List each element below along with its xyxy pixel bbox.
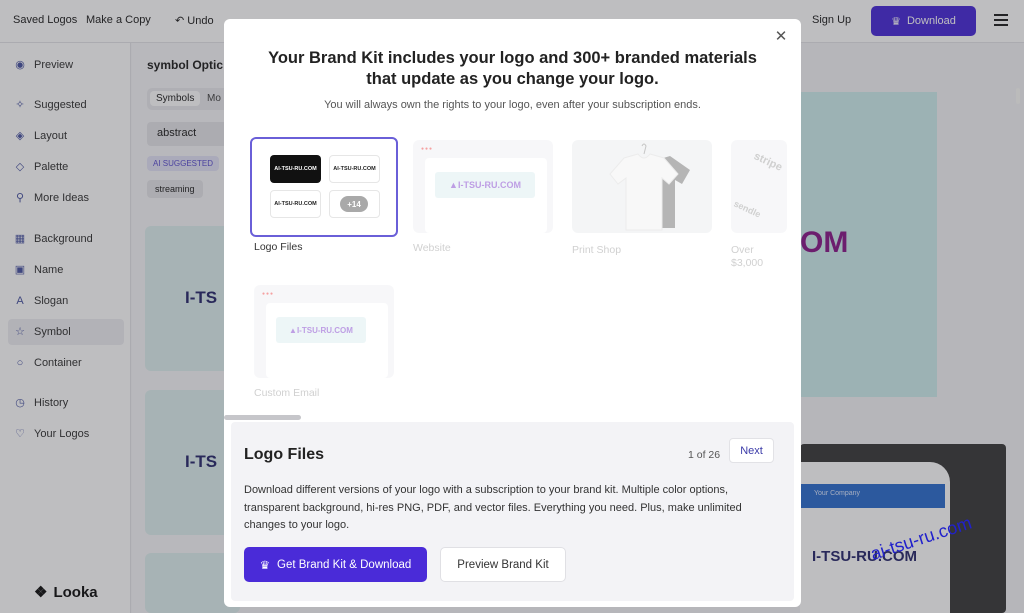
detail-description: Download different versions of your logo… xyxy=(244,484,742,531)
email-logo-text: I-TSU-RU.COM xyxy=(296,325,353,335)
website-logo: ▲ I-TSU-RU.COM xyxy=(435,172,535,198)
more-variants-badge: +14 xyxy=(340,196,368,212)
card-label: Print Shop xyxy=(572,244,622,256)
brand-kit-modal: ✕ Your Brand Kit includes your logo and … xyxy=(224,19,801,607)
browser-dots-icon: ●●● xyxy=(421,146,434,152)
sendle-logo: sendle xyxy=(732,198,763,220)
detail-title: Logo Files xyxy=(244,446,324,463)
custom-email-preview: ●●● ▲ I-TSU-RU.COM xyxy=(254,285,394,378)
print-shop-preview xyxy=(572,140,712,233)
logo-variant-dark: AI-TSU-RU.COM xyxy=(270,155,321,183)
stripe-logo: stripe xyxy=(751,150,785,174)
modal-subtitle: You will always own the rights to your l… xyxy=(324,99,701,111)
tshirt-image xyxy=(609,143,690,231)
card-label: Over $3,000 Offers xyxy=(731,244,764,269)
get-brand-kit-button[interactable]: ♛ Get Brand Kit & Download xyxy=(244,547,427,582)
browser-dots-icon: ●●● xyxy=(262,291,275,297)
email-mockup: ▲ I-TSU-RU.COM xyxy=(266,303,388,378)
logo-triangle-icon: ▲ xyxy=(449,180,458,190)
card-label: Website xyxy=(413,242,451,254)
close-icon[interactable]: ✕ xyxy=(773,29,789,45)
preview-brand-kit-button[interactable]: Preview Brand Kit xyxy=(440,547,566,582)
website-logo-text: I-TSU-RU.COM xyxy=(457,180,521,190)
pager-count: 1 of 26 xyxy=(688,449,721,461)
card-label: Logo Files xyxy=(254,241,303,253)
logo-variant-light: AI-TSU-RU.COM xyxy=(270,190,321,218)
logo-variant-light: AI-TSU-RU.COM xyxy=(329,155,380,183)
logo-files-preview: AI-TSU-RU.COM AI-TSU-RU.COM AI-TSU-RU.CO… xyxy=(250,137,398,237)
website-mockup: ▲ I-TSU-RU.COM xyxy=(425,158,547,233)
card-label: Custom Email xyxy=(254,387,320,399)
crown-icon: ♛ xyxy=(259,559,271,572)
logo-triangle-icon: ▲ xyxy=(289,325,297,335)
next-button[interactable]: Next xyxy=(729,438,774,463)
detail-panel: Logo Files 1 of 26 Next Download differe… xyxy=(231,422,794,601)
website-preview: ●●● ▲ I-TSU-RU.COM xyxy=(413,140,553,233)
modal-title: Your Brand Kit includes your logo and 30… xyxy=(268,49,757,88)
email-logo: ▲ I-TSU-RU.COM xyxy=(276,317,366,343)
offers-preview: stripe sendle xyxy=(731,140,787,233)
page-scrollbar[interactable] xyxy=(1016,88,1020,104)
cards-scrollbar[interactable] xyxy=(224,415,301,420)
get-brand-kit-label: Get Brand Kit & Download xyxy=(277,558,412,571)
